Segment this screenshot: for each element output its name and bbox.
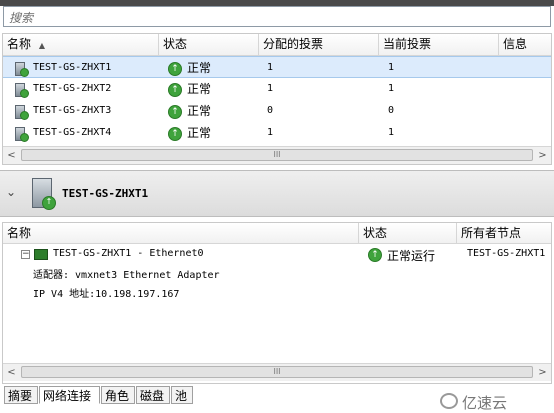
tree-collapse-icon[interactable]: −	[21, 250, 30, 259]
column-header-label: 所有者节点	[461, 226, 522, 240]
horizontal-scrollbar[interactable]: < III >	[3, 146, 551, 164]
server-icon: ↑	[32, 178, 56, 210]
column-header-current-votes[interactable]: 当前投票	[379, 34, 499, 55]
detail-title: TEST-GS-ZHXT1	[62, 187, 149, 200]
assigned-votes: 1	[267, 127, 274, 138]
server-icon	[15, 122, 29, 144]
scroll-left-icon[interactable]: <	[3, 364, 20, 381]
scrollbar-thumb[interactable]: III	[21, 149, 533, 161]
table-row[interactable]: TEST-GS-ZHXT3 ↑ 正常 0 0	[3, 100, 551, 122]
green-up-arrow-icon: ↑	[168, 122, 182, 144]
column-header-owner[interactable]: 所有者节点	[457, 223, 551, 243]
grid-header: 名称 状态 所有者节点	[3, 223, 551, 244]
column-header-label: 当前投票	[383, 37, 432, 51]
current-votes: 1	[388, 62, 395, 73]
network-adapter-icon	[34, 249, 48, 260]
horizontal-scrollbar[interactable]: < III >	[3, 363, 551, 381]
search-input[interactable]: 搜索	[3, 6, 551, 27]
ip-address: IP V4 地址:10.198.197.167	[33, 289, 180, 300]
tab-label: 网络连接	[43, 389, 92, 403]
assigned-votes: 1	[267, 62, 274, 73]
column-header-label: 状态	[163, 37, 188, 51]
tab-summary[interactable]: 摘要	[4, 386, 38, 404]
network-name: TEST-GS-ZHXT1 - Ethernet0	[53, 248, 204, 259]
search-placeholder: 搜索	[9, 11, 34, 25]
sort-ascending-icon: ▲	[38, 41, 45, 50]
column-header-label: 名称	[7, 226, 32, 240]
detail-panel-header: ⌄ ↑ TEST-GS-ZHXT1	[0, 170, 554, 217]
scroll-left-icon[interactable]: <	[3, 147, 20, 164]
tab-disks[interactable]: 磁盘	[136, 386, 170, 404]
chevron-down-icon[interactable]: ⌄	[6, 185, 16, 199]
current-votes: 1	[388, 127, 395, 138]
assigned-votes: 1	[267, 83, 274, 94]
green-up-arrow-icon: ↑	[168, 78, 182, 100]
scroll-right-icon[interactable]: >	[534, 364, 551, 381]
tab-label: 摘要	[8, 389, 33, 403]
assigned-votes: 0	[267, 105, 274, 116]
column-header-name[interactable]: 名称 ▲	[3, 34, 159, 55]
watermark-logo-icon	[440, 393, 458, 409]
watermark-text: 亿速云	[462, 394, 508, 412]
scroll-right-icon[interactable]: >	[534, 147, 551, 164]
column-header-label: 信息	[503, 37, 528, 51]
grid-header: 名称 ▲ 状态 分配的投票 当前投票 信息	[3, 34, 551, 56]
tab-roles[interactable]: 角色	[101, 386, 135, 404]
node-status: 正常	[187, 82, 212, 96]
list-item[interactable]: − TEST-GS-ZHXT1 - Ethernet0 ↑ 正常运行 TEST-…	[3, 245, 551, 265]
tab-label: 池	[175, 389, 188, 403]
tab-pools[interactable]: 池	[171, 386, 193, 404]
node-status: 正常	[187, 126, 212, 140]
table-row[interactable]: TEST-GS-ZHXT2 ↑ 正常 1 1	[3, 78, 551, 100]
column-header-name[interactable]: 名称	[3, 223, 359, 243]
column-header-label: 分配的投票	[263, 37, 324, 51]
server-icon	[15, 57, 29, 79]
node-name: TEST-GS-ZHXT4	[33, 127, 112, 138]
network-owner: TEST-GS-ZHXT1	[467, 248, 546, 259]
network-grid[interactable]: 名称 状态 所有者节点 − TEST-GS-ZHXT1 - Ethernet0 …	[2, 222, 552, 384]
green-up-arrow-icon: ↑	[168, 100, 182, 122]
adapter-info: 适配器: vmxnet3 Ethernet Adapter	[33, 270, 220, 281]
nodes-grid[interactable]: 名称 ▲ 状态 分配的投票 当前投票 信息 TEST-GS-ZHXT1 ↑ 正常…	[2, 33, 552, 165]
tab-network[interactable]: 网络连接	[39, 386, 100, 404]
node-status: 正常	[187, 61, 212, 75]
column-header-status[interactable]: 状态	[159, 34, 259, 55]
network-status: 正常运行	[387, 249, 436, 263]
green-up-arrow-icon: ↑	[168, 57, 182, 79]
node-name: TEST-GS-ZHXT3	[33, 105, 112, 116]
current-votes: 1	[388, 83, 395, 94]
column-header-status[interactable]: 状态	[359, 223, 457, 243]
current-votes: 0	[388, 105, 395, 116]
tab-label: 磁盘	[140, 389, 165, 403]
column-header-assigned-votes[interactable]: 分配的投票	[259, 34, 379, 55]
node-name: TEST-GS-ZHXT2	[33, 83, 112, 94]
server-icon	[15, 78, 29, 100]
server-icon	[15, 100, 29, 122]
table-row[interactable]: TEST-GS-ZHXT1 ↑ 正常 1 1	[3, 56, 551, 78]
column-header-label: 名称	[7, 37, 32, 51]
column-header-label: 状态	[363, 226, 388, 240]
green-up-arrow-icon: ↑	[42, 196, 56, 210]
scrollbar-thumb[interactable]: III	[21, 366, 533, 378]
node-status: 正常	[187, 104, 212, 118]
node-name: TEST-GS-ZHXT1	[33, 62, 112, 73]
tab-label: 角色	[105, 389, 130, 403]
column-header-info[interactable]: 信息	[499, 34, 551, 55]
table-row[interactable]: TEST-GS-ZHXT4 ↑ 正常 1 1	[3, 122, 551, 144]
green-up-arrow-icon: ↑	[368, 247, 382, 262]
